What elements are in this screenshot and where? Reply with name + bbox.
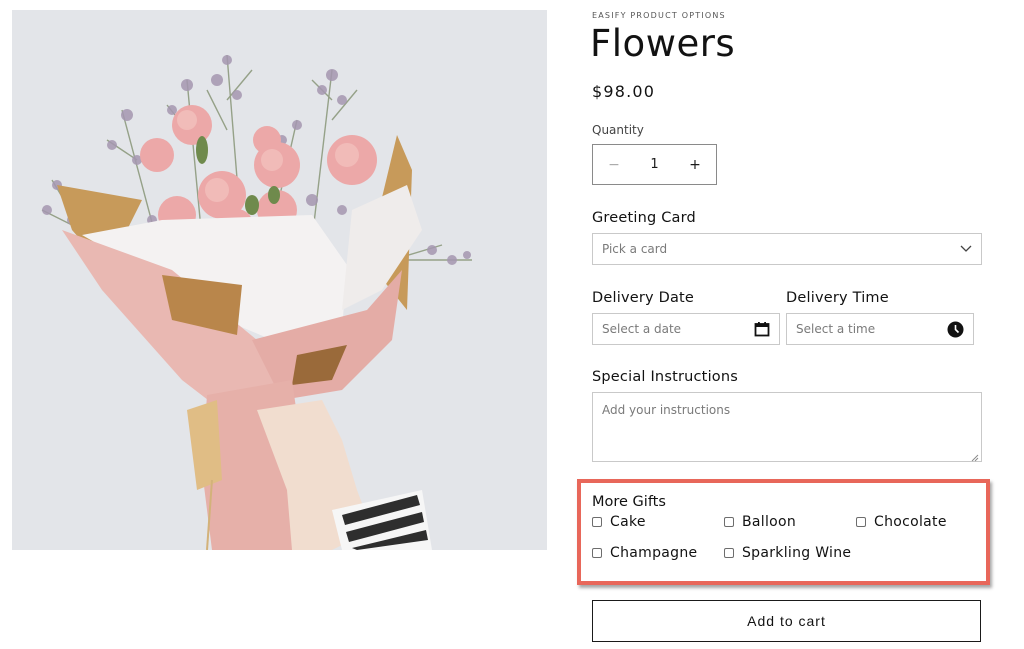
chevron-down-icon xyxy=(960,245,972,253)
special-instructions-label: Special Instructions xyxy=(592,369,739,385)
more-gifts-section: More Gifts Cake Balloon Chocolate Champa… xyxy=(592,494,982,561)
checkbox[interactable] xyxy=(592,548,602,558)
more-gifts-label: More Gifts xyxy=(592,494,666,510)
checkbox[interactable] xyxy=(856,517,866,527)
delivery-date-input[interactable]: Select a date xyxy=(592,313,780,345)
delivery-date-label: Delivery Date xyxy=(592,290,695,306)
gift-option-label: Champagne xyxy=(610,545,698,561)
checkbox[interactable] xyxy=(724,548,734,558)
gift-option-label: Sparkling Wine xyxy=(742,545,852,561)
gift-option-balloon[interactable]: Balloon xyxy=(724,514,856,530)
delivery-date-placeholder: Select a date xyxy=(602,322,682,336)
product-price: $98.00 xyxy=(592,82,656,101)
product-image xyxy=(12,10,547,550)
checkbox[interactable] xyxy=(724,517,734,527)
greeting-card-placeholder: Pick a card xyxy=(602,242,668,256)
gift-option-label: Cake xyxy=(610,514,646,530)
delivery-time-placeholder: Select a time xyxy=(796,322,876,336)
bouquet-illustration xyxy=(12,10,547,550)
quantity-input[interactable]: 1 xyxy=(635,157,674,172)
resize-handle-icon[interactable] xyxy=(971,451,979,462)
delivery-time-input[interactable]: Select a time xyxy=(786,313,974,345)
greeting-card-select[interactable]: Pick a card xyxy=(592,233,982,265)
minus-icon[interactable]: − xyxy=(593,145,635,184)
gift-option-label: Chocolate xyxy=(874,514,947,530)
calendar-icon[interactable] xyxy=(754,321,770,337)
special-instructions-textarea[interactable]: Add your instructions xyxy=(592,392,982,462)
gift-option-label: Balloon xyxy=(742,514,797,530)
product-title: Flowers xyxy=(590,22,736,65)
gift-option-champagne[interactable]: Champagne xyxy=(592,545,724,561)
product-vendor: EASIFY PRODUCT OPTIONS xyxy=(592,11,726,20)
gift-option-cake[interactable]: Cake xyxy=(592,514,724,530)
greeting-card-label: Greeting Card xyxy=(592,210,696,226)
special-instructions-placeholder: Add your instructions xyxy=(602,403,731,417)
add-to-cart-button[interactable]: Add to cart xyxy=(592,600,981,642)
checkbox[interactable] xyxy=(592,517,602,527)
gift-option-sparkling-wine[interactable]: Sparkling Wine xyxy=(724,545,856,561)
plus-icon[interactable]: + xyxy=(674,145,716,184)
gift-option-chocolate[interactable]: Chocolate xyxy=(856,514,982,530)
clock-icon[interactable] xyxy=(947,321,964,338)
quantity-stepper: − 1 + xyxy=(592,144,717,185)
delivery-time-label: Delivery Time xyxy=(786,290,889,306)
quantity-label: Quantity xyxy=(592,123,644,137)
more-gifts-options: Cake Balloon Chocolate Champagne Sparkli… xyxy=(592,514,982,561)
